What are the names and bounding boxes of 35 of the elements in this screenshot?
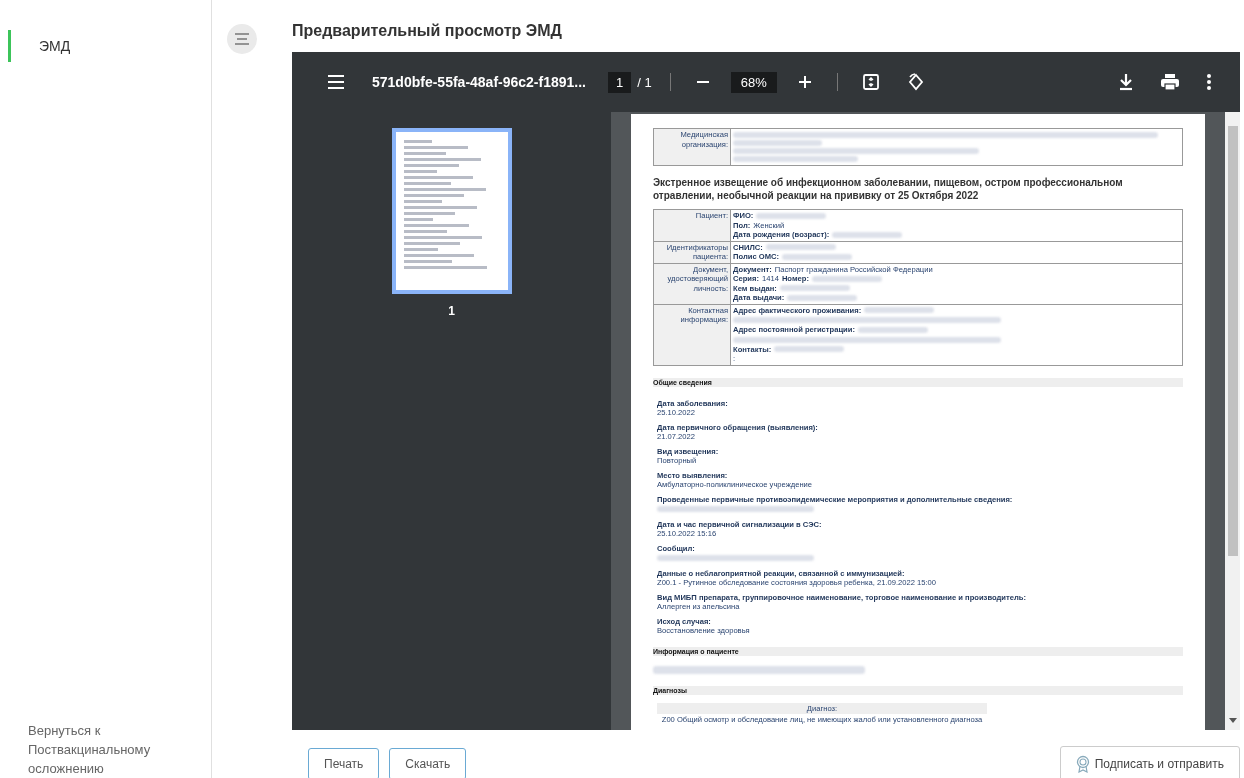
page-number-field[interactable]: 1 [608, 71, 632, 93]
scrollbar-thumb[interactable] [1227, 126, 1238, 556]
zoom-field[interactable]: 68% [730, 71, 777, 93]
file-name: 571d0bfe-55fa-48af-96c2-f1891... [372, 74, 586, 90]
document-heading: Экстренное извещение об инфекционном заболевании, пищевом, остром профессиональном отравлении, необычной реакции на прививку от 25 Октября 2022 [653, 176, 1124, 202]
menu-button[interactable] [227, 24, 257, 54]
fit-page-icon[interactable] [861, 73, 880, 91]
page-total: / 1 [637, 74, 652, 90]
page-thumbnail[interactable] [391, 128, 512, 294]
print-icon[interactable] [1160, 73, 1180, 91]
scroll-down-icon[interactable] [1228, 718, 1237, 724]
zoom-in-icon[interactable] [796, 74, 813, 90]
redacted-block [782, 253, 852, 260]
redacted-block [765, 244, 836, 251]
redacted-block [864, 307, 935, 314]
footer-button[interactable]: Скачать [389, 748, 467, 778]
menu-icon [234, 33, 250, 45]
redacted-block [811, 275, 882, 282]
download-icon[interactable] [1118, 73, 1134, 91]
more-icon[interactable] [1206, 73, 1212, 91]
certificate-icon [1075, 755, 1090, 773]
sidebar-item[interactable]: ЭМД [8, 30, 211, 62]
scrollbar[interactable] [1225, 112, 1240, 730]
redacted-block [857, 326, 928, 333]
back-link[interactable]: Вернуться к Поствакцинальному осложнению [0, 721, 211, 778]
footer-button[interactable]: Печать [308, 748, 380, 778]
sign-and-send-button[interactable]: Подписать и отправить [1059, 746, 1240, 778]
redacted-block [756, 212, 827, 219]
redacted-block [774, 346, 845, 353]
thumbnail-label: 1 [448, 304, 455, 318]
redacted-block [779, 285, 850, 292]
menu-icon[interactable] [326, 74, 346, 90]
redacted-block [787, 294, 858, 301]
page-title: Предварительный просмотр ЭМД [292, 22, 563, 41]
redacted-block [832, 231, 903, 238]
